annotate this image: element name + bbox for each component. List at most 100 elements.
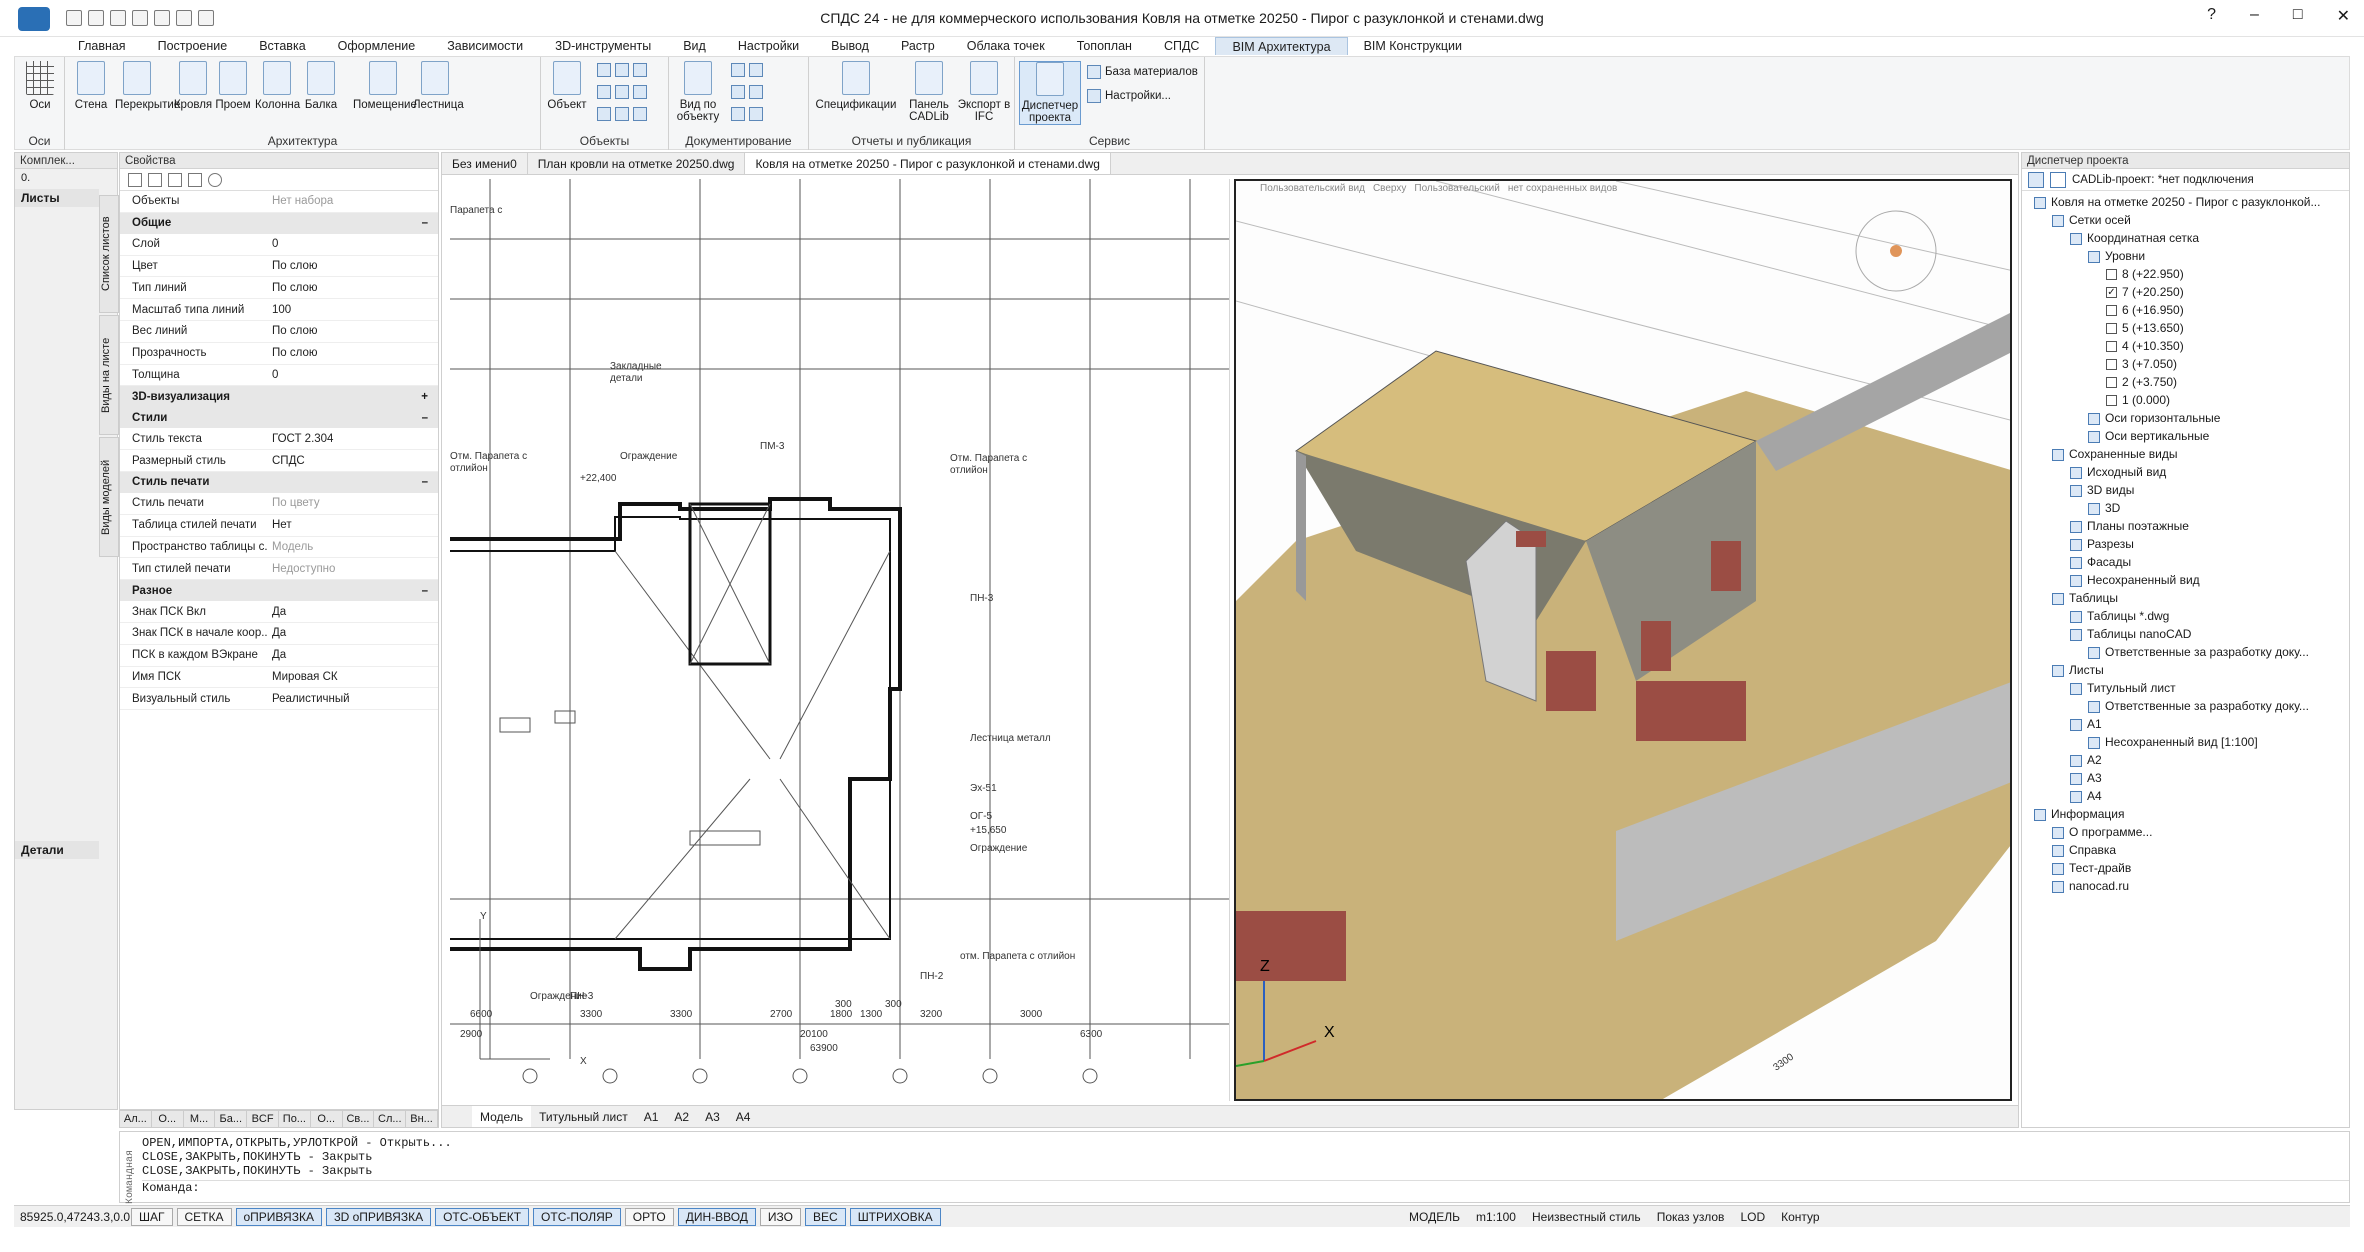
property-value[interactable]: Мировая СК xyxy=(268,671,438,683)
property-value[interactable]: Модель xyxy=(268,541,438,553)
arch-button-0[interactable]: Стена xyxy=(69,61,113,111)
property-value[interactable]: Недоступно xyxy=(268,563,438,575)
select-objects-icon[interactable] xyxy=(128,173,142,187)
sheets-section[interactable]: Листы xyxy=(15,189,99,207)
document-tab-0[interactable]: Без имени0 xyxy=(442,153,528,174)
tree-node[interactable]: Планы поэтажные xyxy=(2022,517,2349,535)
tree-node[interactable]: Фасады xyxy=(2022,553,2349,571)
tree-node[interactable]: A3 xyxy=(2022,769,2349,787)
tree-node[interactable]: Несохраненный вид [1:100] xyxy=(2022,733,2349,751)
tree-node[interactable]: 5 (+13.650) xyxy=(2022,319,2349,337)
tab-4[interactable]: Зависимости xyxy=(431,37,539,55)
tree-node[interactable]: nanocad.ru xyxy=(2022,877,2349,895)
layout-tab-2[interactable]: A1 xyxy=(636,1106,667,1127)
quick-select-icon[interactable] xyxy=(168,173,182,187)
palette-tab-7[interactable]: Св... xyxy=(343,1111,375,1127)
objects-row[interactable]: Объекты Нет набора xyxy=(120,191,438,213)
tab-10[interactable]: Облака точек xyxy=(951,37,1061,55)
tree-node[interactable]: Разрезы xyxy=(2022,535,2349,553)
tree-node[interactable]: Оси горизонтальные xyxy=(2022,409,2349,427)
doc-tool-3[interactable] xyxy=(731,107,767,121)
property-value[interactable]: По цвету xyxy=(268,497,438,509)
property-row[interactable]: Цвет По слою xyxy=(120,256,438,278)
tree-node[interactable]: 3D виды xyxy=(2022,481,2349,499)
property-value[interactable]: 100 xyxy=(268,304,438,316)
level-checkbox[interactable] xyxy=(2106,323,2117,335)
pick-icon[interactable] xyxy=(148,173,162,187)
arch-button-3[interactable]: Проем xyxy=(211,61,255,111)
details-section[interactable]: Детали xyxy=(15,841,99,859)
layout-tab-3[interactable]: A2 xyxy=(666,1106,697,1127)
tree-node[interactable]: Несохраненный вид xyxy=(2022,571,2349,589)
tree-node[interactable]: A4 xyxy=(2022,787,2349,805)
palette-tab-4[interactable]: BCF xyxy=(247,1111,279,1127)
specifications-button[interactable]: Спецификации xyxy=(813,61,899,111)
section-toggle-icon[interactable]: + xyxy=(421,391,428,403)
layout-tab-1[interactable]: Титульный лист xyxy=(531,1106,636,1127)
section-2[interactable]: Стили – xyxy=(120,407,438,429)
tab-2[interactable]: Вставка xyxy=(243,37,321,55)
tree-node[interactable]: Таблицы nanoCAD xyxy=(2022,625,2349,643)
tree-node[interactable]: Таблицы *.dwg xyxy=(2022,607,2349,625)
toggle-7[interactable]: ДИН-ВВОД xyxy=(677,1208,756,1226)
section-toggle-icon[interactable]: – xyxy=(422,476,428,488)
section-toggle-icon[interactable]: – xyxy=(422,585,428,597)
arch-button-7[interactable]: Лестница xyxy=(413,61,464,111)
property-value[interactable]: Реалистичный xyxy=(268,693,438,705)
tree-node[interactable]: 1 (0.000) xyxy=(2022,391,2349,409)
toggle-0[interactable]: ШАГ xyxy=(131,1208,173,1226)
tree-node[interactable]: Ответственные за разработку доку... xyxy=(2022,697,2349,715)
palette-tab-9[interactable]: Вн... xyxy=(406,1111,438,1127)
property-value[interactable]: Да xyxy=(268,649,438,661)
cadlib-panel-button[interactable]: Панель CADLib xyxy=(903,61,955,123)
tree-node[interactable]: Координатная сетка xyxy=(2022,229,2349,247)
tree-node[interactable]: Тест-драйв xyxy=(2022,859,2349,877)
minimize-button[interactable]: – xyxy=(2250,6,2259,26)
objects-tool-3[interactable] xyxy=(597,107,651,121)
3d-viewport[interactable]: Z X 3300 Пользовательский вид Сверху Пол… xyxy=(1234,179,2012,1101)
tree-node[interactable]: A1 xyxy=(2022,715,2349,733)
tab-1[interactable]: Построение xyxy=(142,37,244,55)
ifc-export-button[interactable]: Экспорт в IFC xyxy=(957,61,1011,123)
level-checkbox[interactable] xyxy=(2106,359,2117,371)
objects-tool-2[interactable] xyxy=(597,85,651,99)
toggle-4[interactable]: ОТС-ОБЪЕКТ xyxy=(435,1208,530,1226)
property-row[interactable]: Прозрачность По слою xyxy=(120,343,438,365)
project-tree-icon[interactable] xyxy=(2028,171,2044,188)
property-row[interactable]: Визуальный стиль Реалистичный xyxy=(120,688,438,711)
toggle-6[interactable]: ОРТО xyxy=(624,1208,674,1226)
axes-button[interactable]: Оси xyxy=(21,61,59,111)
toggle-1[interactable]: СЕТКА xyxy=(176,1208,232,1226)
tree-node[interactable]: 2 (+3.750) xyxy=(2022,373,2349,391)
section-0[interactable]: Общие – xyxy=(120,212,438,234)
toggle-10[interactable]: ШТРИХОВКА xyxy=(849,1208,941,1226)
tree-node[interactable]: 3D xyxy=(2022,499,2349,517)
property-row[interactable]: Вес линий По слою xyxy=(120,321,438,343)
tab-0[interactable]: Главная xyxy=(62,37,142,55)
palette-tab-2[interactable]: М... xyxy=(184,1111,216,1127)
layout-tab-4[interactable]: A3 xyxy=(697,1106,728,1127)
tree-node[interactable]: Таблицы xyxy=(2022,589,2349,607)
space-mode[interactable]: МОДЕЛЬ xyxy=(1409,1210,1460,1224)
property-row[interactable]: Толщина 0 xyxy=(120,365,438,387)
view-direction[interactable]: Сверху xyxy=(1373,183,1406,194)
property-row[interactable]: Размерный стиль СПДС xyxy=(120,450,438,472)
tree-node[interactable]: A2 xyxy=(2022,751,2349,769)
document-tab-1[interactable]: План кровли на отметке 20250.dwg xyxy=(528,153,746,174)
tab-12[interactable]: СПДС xyxy=(1148,37,1216,55)
level-checkbox[interactable] xyxy=(2106,377,2117,389)
level-checkbox[interactable] xyxy=(2106,395,2117,407)
tab-model-views[interactable]: Виды моделей xyxy=(99,437,119,557)
tab-6[interactable]: Вид xyxy=(667,37,722,55)
command-prompt[interactable]: Команда: xyxy=(142,1180,2349,1195)
property-row[interactable]: Слой 0 xyxy=(120,234,438,256)
toggle-5[interactable]: ОТС-ПОЛЯР xyxy=(533,1208,621,1226)
arch-button-4[interactable]: Колонна xyxy=(255,61,300,111)
doc-tool-1[interactable] xyxy=(731,63,767,77)
arch-button-1[interactable]: Перекрытие xyxy=(115,61,180,111)
tree-node[interactable]: Справка xyxy=(2022,841,2349,859)
plan-viewport[interactable]: Парапета с Отм. Парапета с отлийон Огражден… xyxy=(450,179,1230,1101)
doc-tool-2[interactable] xyxy=(731,85,767,99)
tree-node[interactable]: 8 (+22.950) xyxy=(2022,265,2349,283)
palette-tab-6[interactable]: О... xyxy=(311,1111,343,1127)
